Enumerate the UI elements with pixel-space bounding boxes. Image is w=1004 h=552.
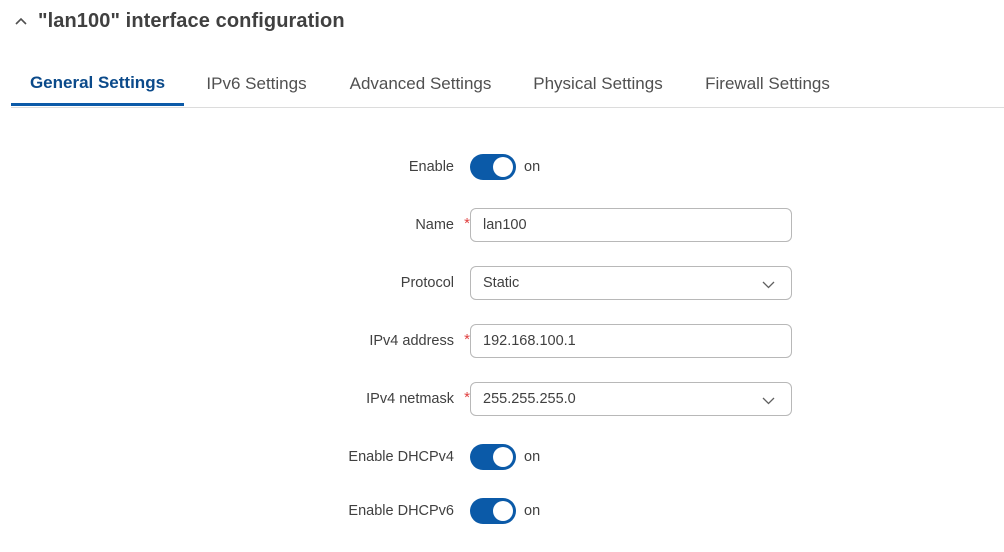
enable-state: on bbox=[524, 159, 541, 175]
ipv4-netmask-select[interactable]: 255.255.255.0 bbox=[470, 382, 792, 416]
enable-dhcpv4-state: on bbox=[524, 449, 541, 465]
ipv4-netmask-label: IPv4 netmask bbox=[366, 391, 454, 407]
page-title: "lan100" interface configuration bbox=[38, 9, 345, 32]
ipv4-netmask-row: IPv4 netmask * 255.255.255.0 bbox=[0, 382, 1004, 416]
ipv4-address-input[interactable]: 192.168.100.1 bbox=[470, 324, 792, 358]
ipv4-address-row: IPv4 address * 192.168.100.1 bbox=[0, 324, 1004, 358]
name-input[interactable]: lan100 bbox=[470, 208, 792, 242]
enable-toggle[interactable] bbox=[470, 154, 516, 180]
name-row: Name * lan100 bbox=[0, 208, 1004, 242]
enable-dhcpv6-row: Enable DHCPv6 on bbox=[0, 494, 1004, 528]
name-label: Name bbox=[415, 217, 454, 233]
enable-dhcpv4-label: Enable DHCPv4 bbox=[348, 449, 454, 465]
section-header[interactable]: "lan100" interface configuration bbox=[14, 6, 345, 36]
ipv4-netmask-label-wrap: IPv4 netmask * bbox=[0, 389, 470, 407]
enable-dhcpv4-row: Enable DHCPv4 on bbox=[0, 440, 1004, 474]
protocol-label: Protocol bbox=[400, 275, 454, 291]
enable-dhcpv4-control: on bbox=[470, 444, 540, 470]
interface-config-page: "lan100" interface configuration General… bbox=[0, 0, 1004, 552]
protocol-value: Static bbox=[483, 275, 520, 291]
toggle-knob bbox=[493, 447, 513, 467]
enable-label: Enable bbox=[408, 159, 454, 175]
tab-physical-settings[interactable]: Physical Settings bbox=[512, 62, 684, 106]
toggle-knob bbox=[493, 501, 513, 521]
enable-dhcpv4-toggle[interactable] bbox=[470, 444, 516, 470]
enable-dhcpv6-toggle[interactable] bbox=[470, 498, 516, 524]
tab-general-settings[interactable]: General Settings bbox=[11, 62, 184, 106]
tab-firewall-settings[interactable]: Firewall Settings bbox=[684, 62, 851, 106]
tab-advanced-settings[interactable]: Advanced Settings bbox=[329, 62, 512, 106]
ipv4-netmask-control: 255.255.255.0 bbox=[470, 382, 792, 416]
ipv4-address-label-wrap: IPv4 address * bbox=[0, 331, 470, 349]
enable-control: on bbox=[470, 154, 540, 180]
protocol-select[interactable]: Static bbox=[470, 266, 792, 300]
protocol-control: Static bbox=[470, 266, 792, 300]
ipv4-address-control: 192.168.100.1 bbox=[470, 324, 792, 358]
tab-ipv6-settings[interactable]: IPv6 Settings bbox=[184, 62, 329, 106]
name-control: lan100 bbox=[470, 208, 792, 242]
ipv4-address-label: IPv4 address bbox=[369, 333, 454, 349]
enable-dhcpv6-control: on bbox=[470, 498, 540, 524]
enable-row: Enable on bbox=[0, 150, 1004, 184]
protocol-row: Protocol Static bbox=[0, 266, 1004, 300]
name-label-wrap: Name * bbox=[0, 215, 470, 233]
toggle-knob bbox=[493, 157, 513, 177]
chevron-down-icon bbox=[762, 278, 775, 289]
enable-dhcpv6-label: Enable DHCPv6 bbox=[348, 503, 454, 519]
tab-bar: General Settings IPv6 Settings Advanced … bbox=[11, 62, 1004, 108]
ipv4-netmask-value: 255.255.255.0 bbox=[483, 391, 576, 407]
enable-dhcpv6-state: on bbox=[524, 503, 541, 519]
chevron-up-icon[interactable] bbox=[14, 14, 28, 28]
chevron-down-icon bbox=[762, 394, 775, 405]
